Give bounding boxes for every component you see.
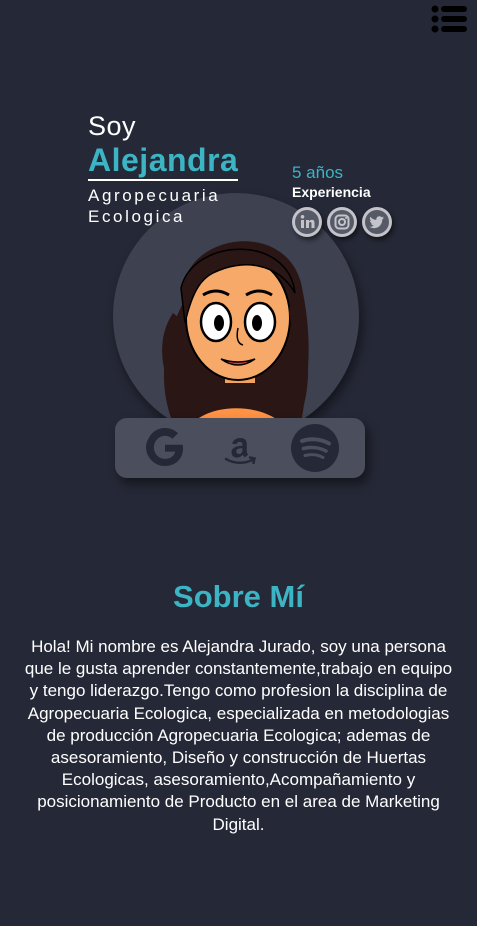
google-brand[interactable] [140,423,190,473]
brand-bar [115,418,365,478]
hero-role-line1: Agropecuaria [88,186,221,205]
linkedin-link[interactable] [292,207,322,237]
spotify-brand[interactable] [290,423,340,473]
experience-years: 5 años [292,163,344,182]
instagram-link[interactable] [327,207,357,237]
twitter-link[interactable] [362,207,392,237]
spotify-icon [291,424,340,472]
amazon-icon [224,438,256,465]
twitter-icon [365,210,389,234]
instagram-icon [330,210,354,234]
linkedin-icon [295,210,319,234]
experience-label: Experiencia [292,184,371,200]
google-icon [145,428,183,466]
social-links [292,207,392,237]
menu-list-icon [431,5,467,33]
about-title: Sobre Mí [173,579,304,614]
experience-block: 5 años Experiencia [292,163,371,201]
hero-greeting: Soy [88,111,137,141]
about-text: Hola! Mi nombre es Alejandra Jurado, soy… [24,637,453,834]
menu-button[interactable] [431,4,469,34]
hero-role-line2: Ecologica [88,207,186,226]
hero-name: Alejandra [88,142,239,181]
amazon-brand[interactable] [215,423,265,473]
hero-intro: Soy Alejandra Agropecuaria Ecologica [88,110,288,227]
